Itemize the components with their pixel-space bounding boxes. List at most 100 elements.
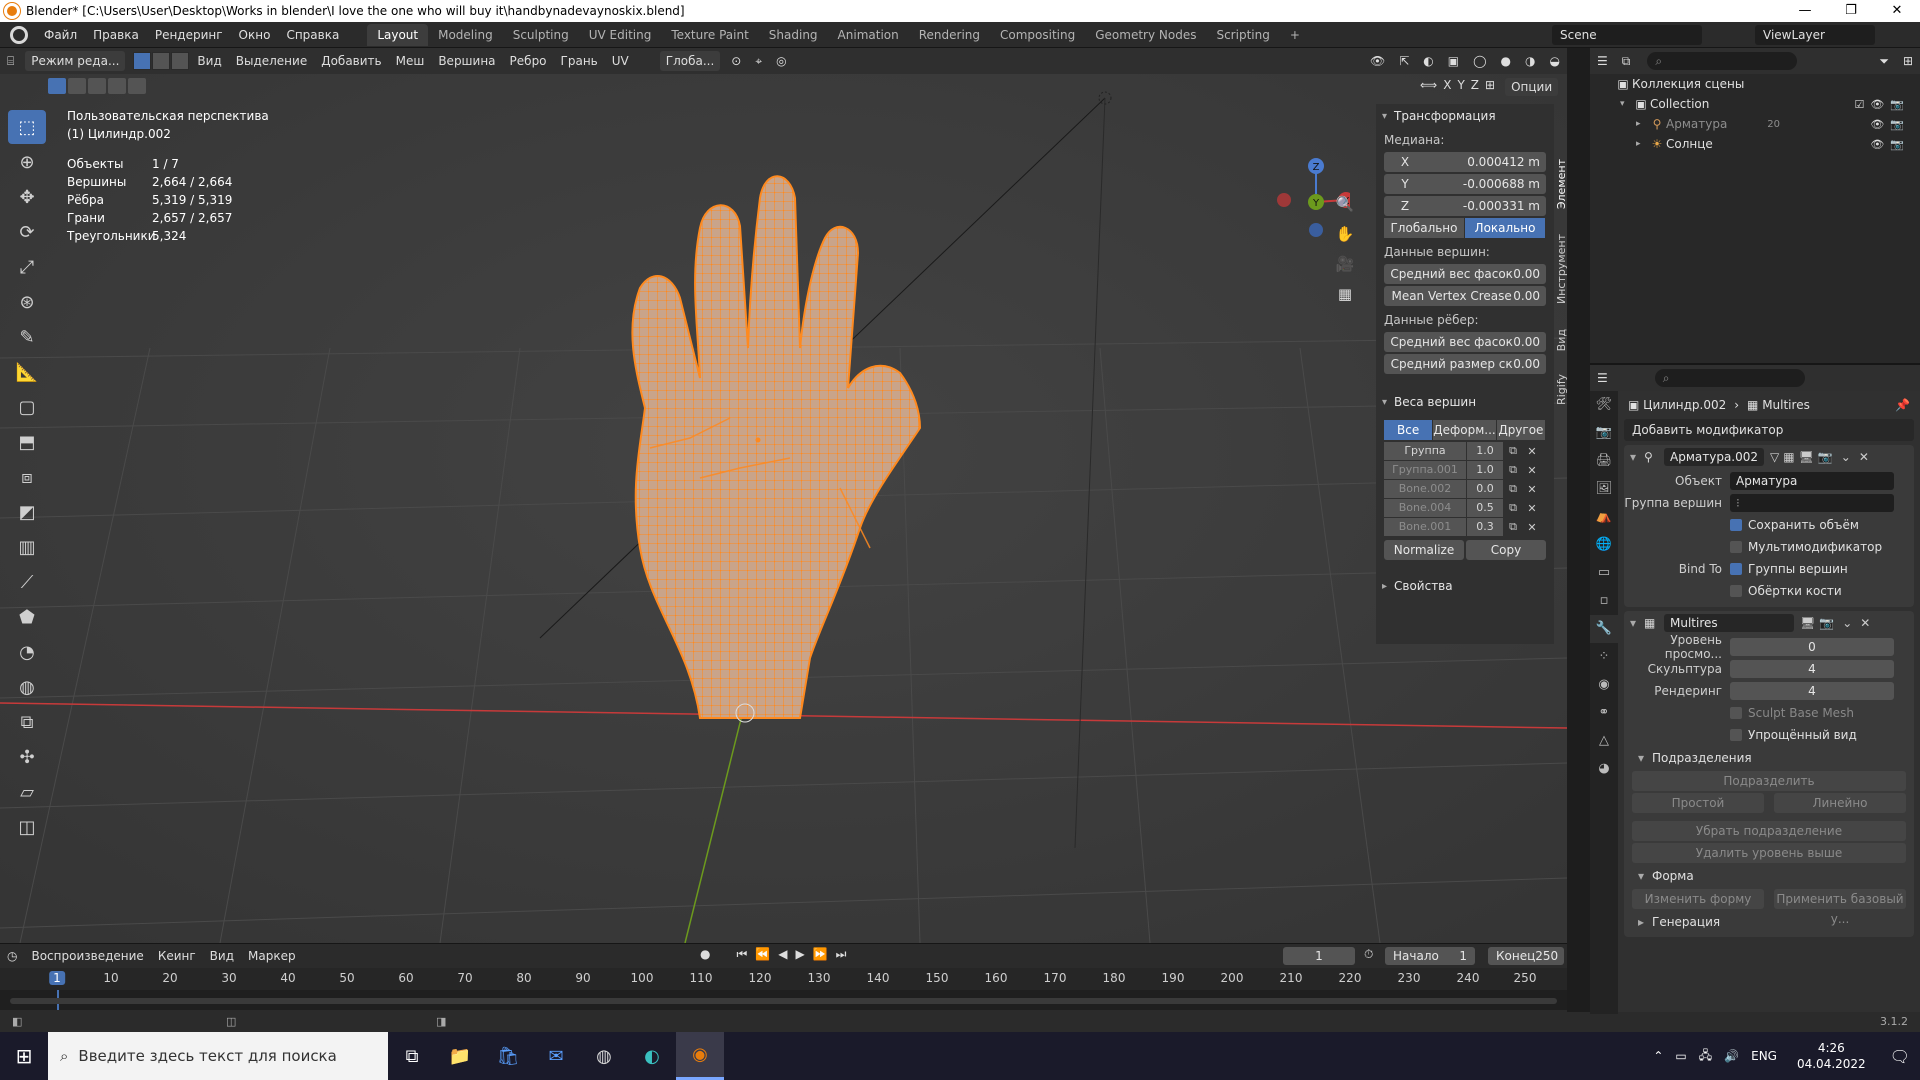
frame-ruler[interactable]: 1 10 20 30 40 50 60 70 80 90 100 110 120…: [0, 968, 1567, 990]
modifier-menu-icon[interactable]: ⌄: [1842, 616, 1852, 630]
collection-tab-icon[interactable]: ▭: [1590, 559, 1618, 587]
transform-tool-icon[interactable]: ⊛: [8, 285, 46, 319]
chevron-down-icon[interactable]: ▾: [1630, 450, 1644, 464]
menu-keying[interactable]: Кеинг: [151, 946, 203, 966]
annotate-tool-icon[interactable]: ✎: [8, 320, 46, 354]
file-explorer-icon[interactable]: 📁: [436, 1032, 484, 1080]
particles-tab-icon[interactable]: ⁘: [1590, 643, 1618, 671]
poly-build-tool-icon[interactable]: ⬟: [8, 600, 46, 634]
mirror-z-toggle[interactable]: Z: [1471, 78, 1479, 96]
menu-help[interactable]: Справка: [278, 22, 347, 48]
properties-search-icon[interactable]: ⌕: [1654, 369, 1805, 387]
remove-icon[interactable]: ✕: [1523, 445, 1541, 458]
maximize-button[interactable]: ❐: [1828, 0, 1874, 22]
reshape-button[interactable]: Изменить форму: [1632, 889, 1764, 909]
loop-cut-tool-icon[interactable]: ▥: [8, 530, 46, 564]
edge-icon[interactable]: ◐: [628, 1032, 676, 1080]
knife-tool-icon[interactable]: ⟋: [8, 565, 46, 599]
sidebar-tab-item[interactable]: Элемент: [1555, 159, 1567, 209]
add-workspace-button[interactable]: +: [1280, 24, 1310, 46]
notifications-icon[interactable]: 🗨: [1890, 1047, 1910, 1066]
overlay-toggle-icon[interactable]: ◐: [1416, 51, 1440, 71]
visibility-toggles[interactable]: ☑👁📷: [1854, 98, 1910, 111]
edge-bevel-field[interactable]: Средний вес фасок 0.00: [1384, 332, 1546, 352]
tab-layout[interactable]: Layout: [367, 23, 429, 46]
tab-texture-paint[interactable]: Texture Paint: [661, 24, 758, 46]
wireframe-shading-icon[interactable]: ◯: [1466, 51, 1493, 71]
network-icon[interactable]: 🖧: [1699, 1046, 1712, 1067]
tab-rendering[interactable]: Rendering: [909, 24, 990, 46]
mirror-y-toggle[interactable]: Y: [1457, 78, 1464, 96]
paste-icon[interactable]: ⧉: [1503, 463, 1523, 477]
editor-type-icon[interactable]: ⌸: [0, 51, 21, 71]
current-frame-field[interactable]: 1: [1283, 947, 1355, 965]
menu-select[interactable]: Выделение: [229, 51, 314, 71]
render-tab-icon[interactable]: 📷: [1590, 419, 1618, 447]
battery-icon[interactable]: ▭: [1675, 1049, 1686, 1063]
menu-marker[interactable]: Маркер: [241, 946, 303, 966]
tab-uv-editing[interactable]: UV Editing: [579, 24, 662, 46]
median-z-field[interactable]: Z -0.000331 m: [1384, 196, 1546, 216]
display-mode-icon[interactable]: ⧉: [1615, 51, 1638, 71]
physics-tab-icon[interactable]: ◉: [1590, 671, 1618, 699]
paste-icon[interactable]: ⧉: [1503, 444, 1523, 458]
weight-tab-deform[interactable]: Деформ...: [1433, 420, 1496, 440]
tray-expand-icon[interactable]: ⌃: [1653, 1049, 1663, 1063]
rip-tool-icon[interactable]: ◫: [8, 810, 46, 844]
data-tab-icon[interactable]: △: [1590, 727, 1618, 755]
end-frame-field[interactable]: Конец 250: [1488, 947, 1564, 965]
solid-shading-icon[interactable]: ●: [1494, 51, 1518, 71]
menu-vertex[interactable]: Вершина: [431, 51, 502, 71]
store-icon[interactable]: 🛍: [484, 1032, 532, 1080]
playhead-frame[interactable]: 1: [49, 971, 65, 985]
group-name[interactable]: Bone.001: [1384, 518, 1466, 536]
zoom-icon[interactable]: 🔍: [1333, 192, 1357, 216]
select-new-icon[interactable]: [48, 78, 66, 94]
armature-object-field[interactable]: Арматура: [1730, 472, 1894, 490]
outliner-editor-icon[interactable]: ☰: [1590, 51, 1615, 71]
generate-subpanel-header[interactable]: ▸ Генерация: [1624, 911, 1914, 933]
smooth-tool-icon[interactable]: ◍: [8, 670, 46, 704]
remove-modifier-icon[interactable]: ✕: [1860, 616, 1870, 630]
edge-select-icon[interactable]: [152, 52, 171, 70]
vertex-crease-field[interactable]: Mean Vertex Crease 0.00: [1384, 286, 1546, 306]
ortho-toggle-icon[interactable]: ▦: [1333, 282, 1357, 306]
remove-modifier-icon[interactable]: ✕: [1859, 450, 1869, 464]
chevron-down-icon[interactable]: ▾: [1620, 99, 1632, 109]
start-frame-field[interactable]: Начало 1: [1385, 947, 1475, 965]
group-weight[interactable]: 1.0: [1467, 442, 1503, 460]
group-name[interactable]: Группа: [1384, 442, 1466, 460]
mode-dropdown[interactable]: Режим реда...: [25, 51, 126, 71]
group-name[interactable]: Bone.004: [1384, 499, 1466, 517]
mirror-icon[interactable]: ⟺: [1420, 78, 1437, 96]
pan-hand-icon[interactable]: ✋: [1333, 222, 1357, 246]
unsubdivide-button[interactable]: Убрать подразделение: [1632, 821, 1906, 841]
optimal-display-checkbox[interactable]: [1730, 729, 1742, 741]
face-select-icon[interactable]: [171, 52, 190, 70]
snap-icon[interactable]: ⌖: [748, 51, 769, 71]
remove-icon[interactable]: ✕: [1523, 483, 1541, 496]
blender-menu-icon[interactable]: [10, 25, 28, 44]
vertex-weights-header[interactable]: ▾ Веса вершин: [1376, 390, 1554, 414]
taskbar-clock[interactable]: 4:26 04.04.2022: [1797, 1040, 1866, 1072]
3d-viewport[interactable]: ⌸ Режим реда... Вид Выделение Добавить М…: [0, 48, 1567, 943]
median-y-field[interactable]: Y -0.000688 m: [1384, 174, 1546, 194]
menu-uv[interactable]: UV: [605, 51, 636, 71]
properties-editor-icon[interactable]: ☰: [1590, 368, 1615, 388]
paste-icon[interactable]: ⧉: [1503, 482, 1523, 496]
chevron-right-icon[interactable]: ▸: [1636, 119, 1648, 129]
gizmo-toggle-icon[interactable]: ⇱: [1392, 51, 1416, 71]
visibility-icon[interactable]: 👁: [1363, 51, 1392, 71]
scale-tool-icon[interactable]: ⤢: [8, 250, 46, 284]
tab-shading[interactable]: Shading: [759, 24, 828, 46]
edge-crease-field[interactable]: Средний размер ск 0.00: [1384, 354, 1546, 374]
modifier-tab-icon[interactable]: 🔧: [1590, 615, 1618, 643]
outliner-row-armature[interactable]: ▸ ⚲ Арматура 20 👁📷: [1590, 114, 1920, 134]
sculpt-base-mesh-checkbox[interactable]: [1730, 707, 1742, 719]
prev-keyframe-icon[interactable]: ⏪: [755, 947, 770, 962]
sidebar-tab-tool[interactable]: Инструмент: [1555, 234, 1567, 304]
menu-face[interactable]: Грань: [554, 51, 605, 71]
remove-icon[interactable]: ✕: [1523, 502, 1541, 515]
modifier-menu-icon[interactable]: ⌄: [1841, 450, 1851, 464]
volume-icon[interactable]: 🔊: [1724, 1049, 1739, 1063]
